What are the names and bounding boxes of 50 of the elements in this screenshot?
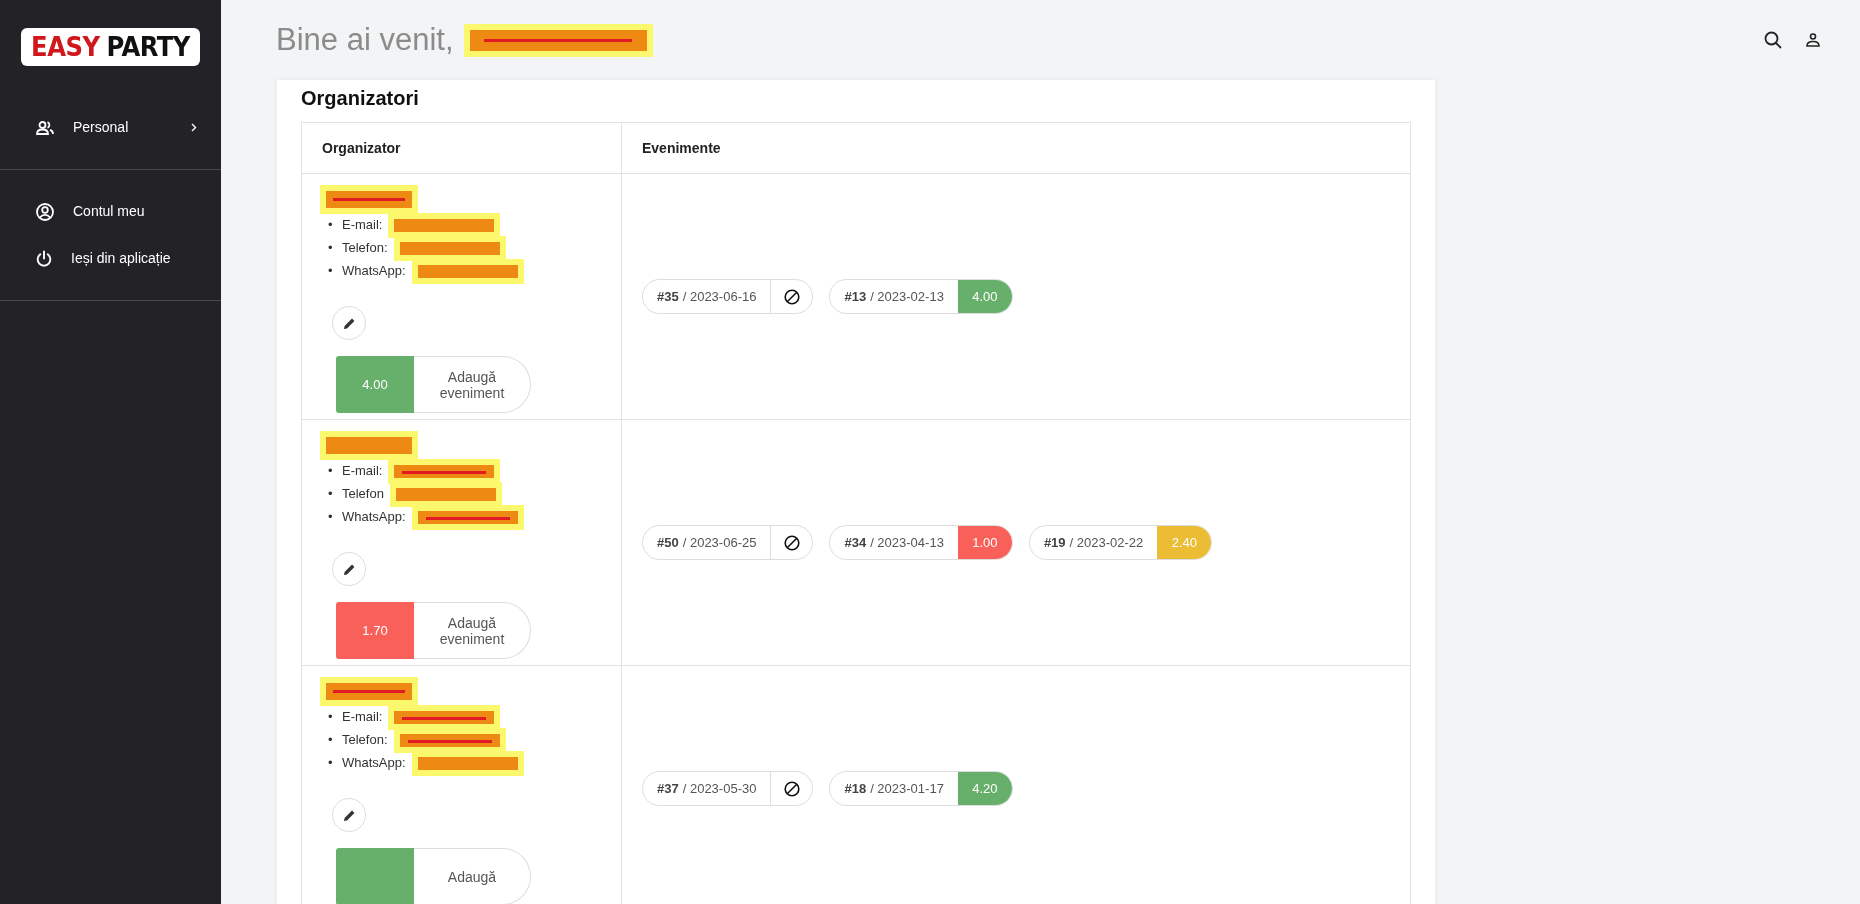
nav-item[interactable]: Ieși din aplicație — [0, 235, 221, 282]
contact-label: WhatsApp: — [342, 509, 406, 524]
bullet: • — [328, 262, 334, 280]
pencil-icon — [342, 562, 356, 576]
event-link[interactable]: #13 / 2023-02-13 — [830, 280, 958, 313]
bullet: • — [328, 731, 334, 749]
add-event-button[interactable]: Adaugă — [414, 848, 531, 904]
power-icon — [36, 249, 52, 268]
nav-item[interactable]: Contul meu — [0, 188, 221, 235]
add-event-button[interactable]: Adaugă eveniment — [414, 602, 531, 659]
contact-label: Telefon — [342, 486, 384, 501]
bullet: • — [328, 216, 334, 234]
event-score: 4.20 — [957, 772, 1012, 805]
event-link[interactable]: #19 / 2023-02-22 — [1029, 526, 1158, 559]
column-header: Evenimente — [621, 122, 1411, 174]
search-icon[interactable] — [1764, 31, 1782, 49]
bullet: • — [328, 462, 334, 480]
contact-label: Telefon: — [342, 240, 388, 255]
edit-button[interactable] — [332, 798, 366, 832]
event-link[interactable]: #18 / 2023-01-17 — [830, 772, 958, 805]
column-header: Organizator — [301, 122, 622, 174]
bullet: • — [328, 508, 334, 526]
bullet: • — [328, 239, 334, 257]
user-icon[interactable] — [1806, 33, 1820, 47]
bullet: • — [328, 754, 334, 772]
event-score: 1.00 — [957, 526, 1012, 559]
contact-label: Telefon: — [342, 732, 388, 747]
greeting-text: Bine ai venit, — [276, 20, 454, 59]
nav-item[interactable]: Personal — [0, 104, 221, 151]
contact-label: E-mail: — [342, 709, 383, 724]
edit-button[interactable] — [332, 552, 366, 586]
pencil-icon — [342, 316, 356, 330]
section-title: Organizatori — [301, 86, 420, 110]
event-link[interactable]: #34 / 2023-04-13 — [830, 526, 958, 559]
pencil-icon — [342, 808, 356, 822]
edit-button[interactable] — [332, 306, 366, 340]
contact-label: WhatsApp: — [342, 755, 406, 770]
event-score: 2.40 — [1157, 526, 1212, 559]
contact-label: WhatsApp: — [342, 263, 406, 278]
user-circle-icon — [36, 202, 54, 221]
bullet: • — [328, 485, 334, 503]
add-event-button[interactable]: Adaugă eveniment — [414, 356, 531, 413]
event-score: 4.00 — [957, 280, 1012, 313]
contact-label: E-mail: — [342, 217, 383, 232]
contact-label: E-mail: — [342, 463, 383, 478]
score-badge: 1.70 — [336, 602, 414, 659]
people-icon — [36, 120, 54, 135]
bullet: • — [328, 708, 334, 726]
logo: EASY PARTY — [21, 28, 200, 66]
score-badge: 4.00 — [336, 356, 414, 413]
